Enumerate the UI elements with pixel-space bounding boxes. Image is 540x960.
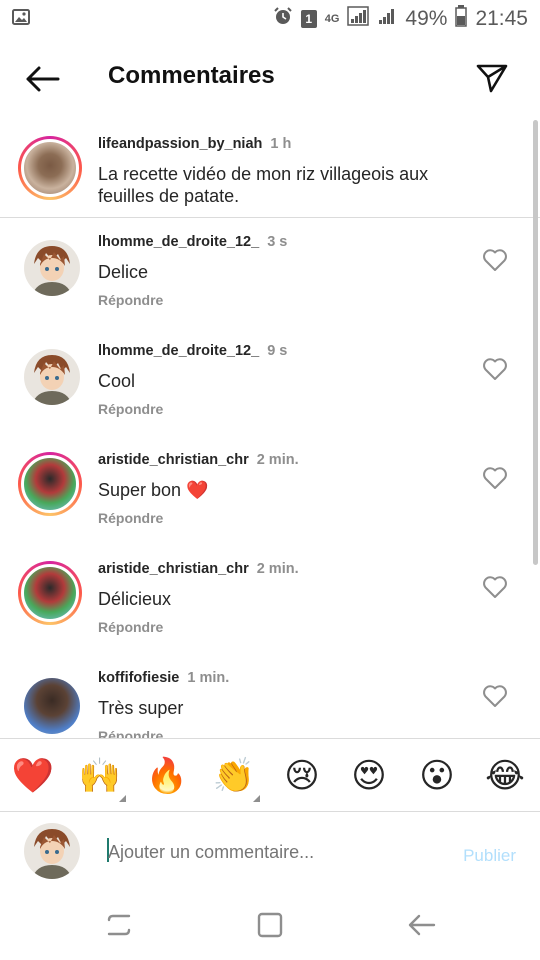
comment-input[interactable]	[108, 840, 438, 864]
skin-tone-indicator	[119, 795, 126, 802]
avatar[interactable]	[18, 561, 82, 625]
recent-apps-button[interactable]	[104, 910, 134, 940]
comment-time: 2 min.	[256, 452, 299, 468]
heart-icon[interactable]	[482, 248, 508, 272]
share-button[interactable]	[472, 58, 512, 98]
signal-icon	[347, 6, 370, 32]
anime-avatar-icon	[24, 823, 80, 879]
avatar	[24, 823, 80, 879]
battery-percent: 49%	[405, 7, 448, 30]
reply-button[interactable]: Répondre	[98, 292, 163, 308]
clock: 21:45	[475, 7, 528, 30]
heart-icon[interactable]	[482, 357, 508, 381]
signal-strength-icon	[377, 6, 397, 32]
system-nav-bar	[0, 890, 540, 960]
comment-username[interactable]: koffifofiesie	[98, 670, 179, 686]
comment-composer: Publier	[0, 812, 540, 890]
heart-icon[interactable]	[482, 466, 508, 490]
emoji-crying-button[interactable]: 😢	[280, 755, 324, 797]
home-button[interactable]	[255, 910, 285, 940]
comment-text: Delice	[98, 262, 149, 282]
list-item: koffifofiesie 1 min. Très super Répondre	[0, 654, 540, 738]
heart-icon[interactable]	[482, 575, 508, 599]
header: Commentaires	[0, 38, 540, 120]
publish-button[interactable]: Publier	[463, 846, 516, 866]
comment-time: 1 min.	[187, 670, 230, 686]
emoji-quick-bar: ❤️ 🙌 🔥 👏 😢 😍 😮 😂	[0, 738, 540, 812]
anime-avatar-icon	[24, 240, 80, 296]
back-arrow-icon	[408, 914, 436, 936]
comment-time: 9 s	[267, 343, 288, 359]
emoji-surprised-button[interactable]: 😮	[415, 755, 459, 797]
emoji-raised-hands-button[interactable]: 🙌	[78, 755, 122, 797]
battery-icon	[455, 5, 468, 33]
scrollbar[interactable]	[533, 120, 538, 565]
arrow-left-icon	[26, 66, 60, 92]
comment-text: Très super	[98, 698, 184, 718]
list-item: aristide_christian_chr 2 min. Super bon ❤…	[0, 436, 540, 545]
list-item: lhomme_de_droite_12_ 9 s Cool Répondre	[0, 327, 540, 436]
back-nav-button[interactable]	[406, 910, 436, 940]
comment-text: Super bon ❤️	[98, 480, 209, 500]
alarm-icon	[273, 6, 293, 32]
emoji-laughing-button[interactable]: 😂	[483, 755, 527, 797]
reply-button[interactable]: Répondre	[98, 401, 163, 417]
emoji-clap-button[interactable]: 👏	[212, 755, 256, 797]
emoji-heart-eyes-button[interactable]: 😍	[347, 755, 391, 797]
comment-username[interactable]: lhomme_de_droite_12_	[98, 343, 259, 359]
list-item: lhomme_de_droite_12_ 3 s Delice Répondre	[0, 218, 540, 327]
avatar[interactable]	[24, 678, 80, 734]
anime-avatar-icon	[24, 349, 80, 405]
avatar[interactable]	[24, 240, 80, 296]
comment-text: Délicieux	[98, 589, 172, 609]
caption-username[interactable]: lifeandpassion_by_niah	[98, 136, 262, 152]
reply-button[interactable]: Répondre	[98, 510, 163, 526]
caption-time: 1 h	[270, 136, 292, 152]
comment-time: 2 min.	[256, 561, 299, 577]
list-item: aristide_christian_chr 2 min. Délicieux R…	[0, 545, 540, 654]
heart-icon[interactable]	[482, 684, 508, 708]
reply-button[interactable]: Répondre	[98, 728, 163, 738]
post-caption: lifeandpassion_by_niah 1 h La recette vid…	[0, 120, 540, 218]
paper-plane-icon	[476, 64, 508, 93]
comment-username[interactable]: aristide_christian_chr	[98, 452, 249, 468]
comment-time: 3 s	[267, 234, 288, 250]
recent-apps-icon	[107, 914, 131, 936]
home-icon	[257, 912, 283, 938]
reply-button[interactable]: Répondre	[98, 619, 163, 635]
avatar[interactable]	[18, 136, 82, 200]
emoji-heart-button[interactable]: ❤️	[11, 755, 55, 797]
comment-username[interactable]: aristide_christian_chr	[98, 561, 249, 577]
comment-username[interactable]: lhomme_de_droite_12_	[98, 234, 259, 250]
image-notification-icon	[12, 8, 30, 30]
page-title: Commentaires	[108, 62, 275, 89]
comments-list[interactable]: lhomme_de_droite_12_ 3 s Delice Répondre …	[0, 218, 540, 738]
avatar[interactable]	[18, 452, 82, 516]
caption-text: La recette vidéo de mon riz villageois a…	[98, 164, 429, 206]
notification-count-badge: 1	[300, 10, 317, 28]
skin-tone-indicator	[253, 795, 260, 802]
avatar[interactable]	[24, 349, 80, 405]
emoji-fire-button[interactable]: 🔥	[145, 755, 189, 797]
network-type-label: 4G	[324, 13, 340, 25]
comment-text: Cool	[98, 371, 136, 391]
status-bar: 1 4G 49% 21:45	[0, 0, 540, 38]
back-button[interactable]	[22, 62, 62, 96]
